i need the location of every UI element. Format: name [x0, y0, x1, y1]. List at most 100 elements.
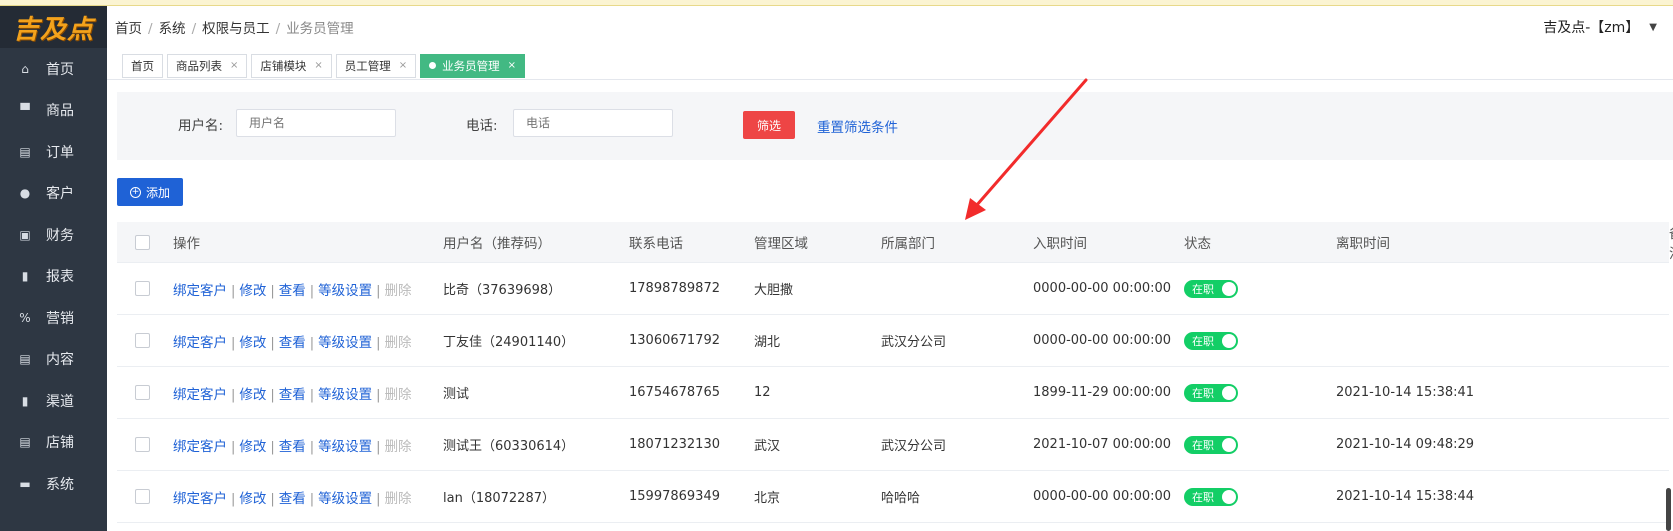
add-salesperson-button[interactable]: + 添加 [117, 178, 183, 206]
phone-cell: 13060671792 [629, 314, 754, 367]
action-separator: | [309, 283, 315, 299]
row-actions: 绑定客户 | 修改 | 查看 | 等级设置 | 删除 [173, 366, 443, 419]
tab-1[interactable]: 商品列表 × [167, 53, 248, 78]
sidebar-item-8[interactable]: ▮ 渠道 [0, 380, 107, 422]
row-actions: 绑定客户 | 修改 | 查看 | 等级设置 | 删除 [173, 262, 443, 315]
sidebar-item-3[interactable]: ● 客户 [0, 173, 107, 215]
select-all-checkbox[interactable] [135, 234, 150, 250]
report-icon: ▮ [21, 269, 29, 284]
action-separator: | [309, 491, 315, 507]
view-link[interactable]: 查看 [279, 439, 306, 455]
action-separator: | [376, 387, 381, 403]
tab-2[interactable]: 店铺模块 × [251, 53, 332, 78]
edit-link[interactable]: 修改 [239, 335, 266, 351]
filter-button[interactable]: 筛选 [743, 111, 795, 139]
tab-label: 首页 [131, 58, 154, 73]
close-icon[interactable]: × [508, 60, 516, 71]
phone-cell: 18071232130 [629, 418, 754, 471]
vertical-scrollbar-thumb[interactable] [1666, 488, 1671, 531]
bind-customer-link[interactable]: 绑定客户 [173, 283, 227, 299]
level-settings-link[interactable]: 等级设置 [318, 439, 372, 455]
username-filter-label: 用户名: [178, 118, 224, 134]
sidebar-item-label: 店铺 [46, 435, 74, 452]
phone-filter-input[interactable] [513, 109, 673, 137]
sidebar-item-9[interactable]: ▤ 店铺 [0, 422, 107, 464]
sidebar-item-0[interactable]: ⌂ 首页 [0, 48, 107, 90]
status-cell: 在职 [1184, 366, 1336, 419]
row-checkbox[interactable] [135, 281, 150, 296]
sidebar-item-10[interactable]: ▬ 系统 [0, 463, 107, 505]
level-settings-link[interactable]: 等级设置 [318, 491, 372, 507]
close-icon[interactable]: × [399, 60, 407, 71]
edit-link[interactable]: 修改 [239, 387, 266, 403]
sidebar-item-2[interactable]: ▤ 订单 [0, 131, 107, 173]
breadcrumb-item[interactable]: 权限与员工 [202, 21, 270, 37]
tab-4[interactable]: 业务员管理 × [420, 53, 526, 78]
view-link[interactable]: 查看 [279, 283, 306, 299]
bind-customer-link[interactable]: 绑定客户 [173, 491, 227, 507]
tab-0[interactable]: 首页 [122, 53, 163, 78]
sidebar-item-7[interactable]: ▤ 内容 [0, 339, 107, 381]
status-toggle[interactable]: 在职 [1184, 487, 1238, 506]
region-cell: 大胆撒 [754, 262, 881, 315]
edit-link[interactable]: 修改 [239, 283, 266, 299]
row-checkbox[interactable] [135, 385, 150, 400]
status-toggle[interactable]: 在职 [1184, 383, 1238, 402]
toggle-knob [1222, 385, 1236, 400]
bind-customer-link[interactable]: 绑定客户 [173, 335, 227, 351]
user-menu[interactable]: 吉及点-【zm】 ▼ [1543, 17, 1657, 37]
sidebar-item-5[interactable]: ▮ 报表 [0, 256, 107, 298]
caret-down-icon: ▼ [1649, 21, 1657, 33]
hire-date-cell: 1899-11-29 00:00:00 [1033, 366, 1184, 419]
breadcrumb-item[interactable]: 首页 [115, 21, 142, 37]
row-select-cell [117, 470, 173, 523]
level-settings-link[interactable]: 等级设置 [318, 283, 372, 299]
sidebar-item-4[interactable]: ▣ 财务 [0, 214, 107, 256]
bind-customer-link[interactable]: 绑定客户 [173, 387, 227, 403]
salesperson-table: 操作用户名（推荐码）联系电话管理区域所属部门入职时间状态离职时间备注 绑定客户|… [117, 222, 1673, 523]
status-toggle[interactable]: 在职 [1184, 331, 1238, 350]
status-toggle[interactable]: 在职 [1184, 279, 1238, 298]
close-icon[interactable]: × [230, 60, 238, 71]
action-separator: | [270, 439, 275, 455]
table-row: 绑定客户 | 修改 | 查看 | 等级设置 | 删除 测试 16754678765 12 1899-11… [117, 366, 1669, 419]
view-link[interactable]: 查看 [279, 335, 306, 351]
level-settings-link[interactable]: 等级设置 [318, 387, 372, 403]
row-actions: 绑定客户 | 修改 | 查看 | 等级设置 | 删除 [173, 418, 443, 471]
column-header: 用户名（推荐码） [443, 222, 629, 263]
column-header: 入职时间 [1033, 222, 1184, 263]
sidebar-item-label: 报表 [46, 269, 74, 286]
reset-filters-link[interactable]: 重置筛选条件 [817, 116, 898, 136]
action-separator: | [231, 491, 236, 507]
edit-link[interactable]: 修改 [239, 491, 266, 507]
view-link[interactable]: 查看 [279, 387, 306, 403]
hire-date-cell: 0000-00-00 00:00:00 [1033, 314, 1184, 367]
row-checkbox[interactable] [135, 489, 150, 504]
sidebar-item-label: 渠道 [46, 393, 74, 410]
close-icon[interactable]: × [314, 60, 322, 71]
sidebar-item-1[interactable]: ▀ 商品 [0, 90, 107, 132]
bind-customer-link[interactable]: 绑定客户 [173, 439, 227, 455]
region-cell: 北京 [754, 470, 881, 523]
username-filter-input[interactable] [236, 109, 396, 137]
status-toggle-label: 在职 [1192, 490, 1214, 504]
sidebar-item-6[interactable]: % 营销 [0, 297, 107, 339]
department-cell [881, 262, 1033, 315]
action-separator: | [309, 387, 315, 403]
edit-link[interactable]: 修改 [239, 439, 266, 455]
tab-label: 店铺模块 [260, 58, 307, 73]
toggle-knob [1222, 437, 1236, 452]
tab-3[interactable]: 员工管理 × [335, 53, 417, 78]
brand-logo[interactable]: 吉及点 [0, 6, 107, 48]
status-toggle[interactable]: 在职 [1184, 435, 1238, 454]
breadcrumb-item[interactable]: 系统 [159, 21, 186, 37]
row-checkbox[interactable] [135, 437, 150, 452]
phone-cell: 16754678765 [629, 366, 754, 419]
view-link[interactable]: 查看 [279, 491, 306, 507]
delete-link: 删除 [384, 282, 412, 299]
column-header: 所属部门 [881, 222, 1033, 263]
phone-cell: 15997869349 [629, 470, 754, 523]
level-settings-link[interactable]: 等级设置 [318, 335, 372, 351]
sidebar-item-label: 营销 [46, 310, 74, 327]
row-checkbox[interactable] [135, 333, 150, 348]
